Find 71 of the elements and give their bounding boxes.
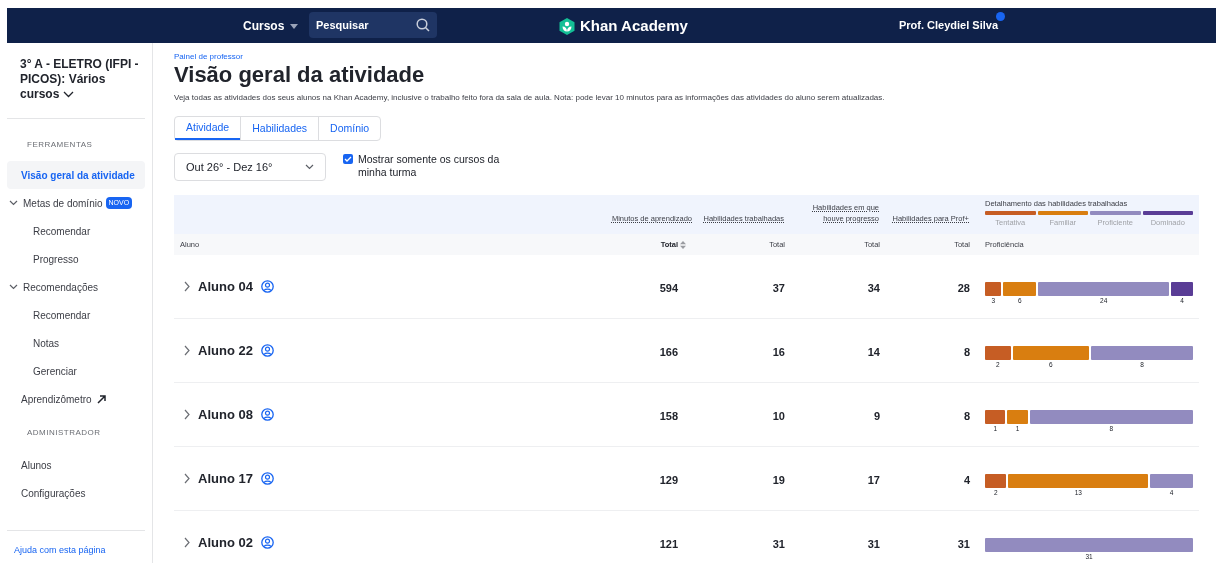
- table-cell: 121: [659, 537, 678, 550]
- table-cell: 19: [772, 473, 785, 486]
- proficiency-bar-segment: [985, 409, 1006, 424]
- nav-link[interactable]: Gerenciar: [33, 363, 77, 379]
- nav-link[interactable]: Configurações: [21, 485, 86, 501]
- breadcrumb-link[interactable]: Painel de professor: [174, 52, 1200, 62]
- caret-icon: [290, 23, 299, 29]
- nav-link[interactable]: Notas: [33, 335, 60, 351]
- sort-icon[interactable]: [680, 240, 686, 249]
- student-name[interactable]: Aluno 17: [198, 468, 253, 489]
- tab[interactable]: Atividade: [175, 117, 241, 140]
- table-cell: 31: [867, 537, 880, 550]
- table-cell: 17: [867, 473, 880, 486]
- chevron-right-icon[interactable]: [184, 473, 190, 484]
- table-cell: 16: [772, 345, 785, 358]
- user-profile-icon[interactable]: [260, 536, 274, 549]
- nav-link[interactable]: Metas de domínio: [23, 195, 103, 211]
- date-range-dropdown[interactable]: Out 26° - Dez 16°: [174, 153, 326, 181]
- table-cell: 8: [963, 345, 970, 358]
- page-title: Visão geral da atividade: [174, 62, 426, 88]
- table-cell: 10: [772, 409, 785, 422]
- nav-link[interactable]: Recomendações: [23, 279, 99, 295]
- nav-link[interactable]: Alunos: [21, 457, 52, 473]
- checkbox-label[interactable]: Mostrar somente os cursos da minha turma: [358, 153, 503, 179]
- table-cell: 37: [772, 281, 785, 294]
- section-heading: FERRAMENTAS: [27, 139, 94, 151]
- table-cell: 166: [659, 345, 678, 358]
- user-profile-icon[interactable]: [260, 408, 274, 421]
- courses-menu[interactable]: Cursos: [243, 17, 299, 35]
- student-name[interactable]: Aluno 02: [198, 532, 253, 553]
- tab[interactable]: Domínio: [318, 117, 381, 140]
- class-selector[interactable]: 3° A - ELETRO (IFPI - PICOS): Vários cursos: [20, 57, 146, 118]
- user-profile-icon[interactable]: [260, 472, 274, 485]
- checkbox[interactable]: [343, 154, 353, 164]
- chevron-down-icon[interactable]: [9, 284, 18, 290]
- nav-link[interactable]: Recomendar: [33, 307, 91, 323]
- table-cell: 129: [659, 473, 678, 486]
- search-field[interactable]: Pesquisar: [309, 12, 437, 38]
- table-cell: 31: [957, 537, 970, 550]
- page-description: Veja todas as atividades dos seus alunos na Khan Academy, inclusive o trabalho feito fora da sala de aula. Nota: pode levar 10 minutos para as informações das atividades do aluno serem atualizadas.: [174, 92, 886, 104]
- student-name[interactable]: Aluno 22: [198, 340, 253, 361]
- chevron-down-icon: [62, 91, 74, 99]
- table-cell: 31: [772, 537, 785, 550]
- chevron-right-icon[interactable]: [184, 537, 190, 548]
- table-cell: 9: [873, 409, 880, 422]
- student-name[interactable]: Aluno 08: [198, 404, 253, 425]
- tab[interactable]: Habilidades: [240, 117, 319, 140]
- chevron-right-icon[interactable]: [184, 281, 190, 292]
- section-heading: ADMINISTRADOR: [27, 427, 102, 439]
- table-cell: 14: [867, 345, 880, 358]
- table-cell: 8: [963, 409, 970, 422]
- user-profile-icon[interactable]: [260, 280, 274, 293]
- nav-link[interactable]: Aprendizômetro: [21, 391, 92, 407]
- table-cell: 34: [867, 281, 880, 294]
- logo-text[interactable]: Khan Academy: [580, 15, 688, 38]
- chevron-right-icon[interactable]: [184, 409, 190, 420]
- student-name[interactable]: Aluno 04: [198, 276, 253, 297]
- khan-logo-icon[interactable]: [559, 17, 575, 35]
- table-cell: 594: [659, 281, 678, 294]
- help-link[interactable]: Ajuda com esta página: [14, 545, 106, 555]
- table-cell: 28: [957, 281, 970, 294]
- chevron-right-icon[interactable]: [184, 345, 190, 356]
- table-cell: 158: [659, 409, 678, 422]
- nav-link[interactable]: Recomendar: [33, 223, 91, 239]
- chevron-down-icon[interactable]: [9, 200, 18, 206]
- user-profile-icon[interactable]: [260, 344, 274, 357]
- chevron-down-icon: [305, 164, 314, 170]
- nav-link[interactable]: Progresso: [33, 251, 79, 267]
- search-icon[interactable]: [416, 18, 430, 32]
- profile-menu[interactable]: Prof. Cleydiel Silva: [899, 18, 999, 32]
- table-cell: 4: [963, 473, 970, 486]
